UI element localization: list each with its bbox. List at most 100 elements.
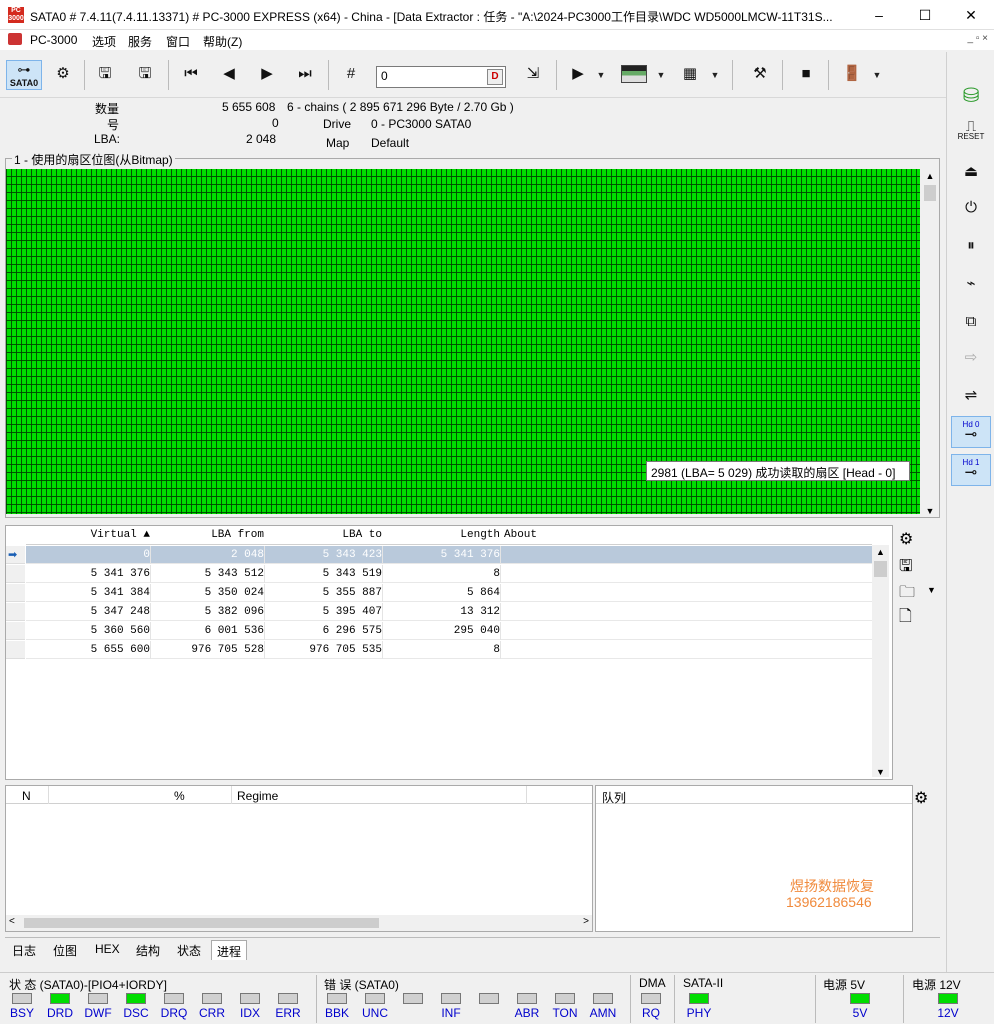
scroll-down-icon[interactable]: ▼ [872,767,889,777]
menu-pc3000[interactable]: PC-3000 [30,33,77,47]
view-dropdown[interactable]: ▼ [654,60,668,90]
tab-status[interactable]: 状态 [172,940,206,960]
caret-down-icon: ▼ [596,70,606,80]
led-label: INF [441,1006,461,1020]
menu-help[interactable]: 帮助(Z) [203,33,242,50]
bitmap-scrollbar[interactable]: ▲ ▼ [922,169,938,516]
table-row[interactable]: 5 341 376 5 343 512 5 343 519 8 [26,565,872,583]
led-dsc [126,993,146,1004]
scroll-left-icon[interactable]: < [9,916,15,927]
close-button[interactable]: ✕ [948,0,994,30]
mdi-window-controls[interactable]: _ ▫ × [967,33,988,44]
pause-button[interactable]: ⏸ [951,230,991,262]
pc3000-menu-icon [8,33,22,45]
row-header[interactable] [6,622,25,640]
col-percent[interactable]: % [174,789,185,803]
sata-port-button[interactable]: ⊶ SATA0 [6,60,42,90]
power-switch-button[interactable]: ⏏ [951,156,991,188]
power-on-button[interactable]: ⏻ [951,192,991,224]
sleep-button[interactable]: ⌁ [951,268,991,300]
stop-button[interactable]: ■ [792,60,820,90]
grid-dropdown[interactable]: ▼ [708,60,722,90]
maximize-button[interactable]: ☐ [902,0,948,30]
scroll-right-icon[interactable]: > [583,916,589,927]
table-tools: ⚙ 🖫 🗀 ▼ 🗋 [895,525,943,780]
queue-settings-button[interactable]: ⚙ [914,788,928,808]
save-table-button[interactable]: 🖫 [899,555,913,582]
table-row[interactable]: 5 360 560 6 001 536 6 296 575 295 040 [26,622,872,640]
drive-value: 0 - PC3000 SATA0 [371,117,472,131]
save-as-button[interactable]: 🖫 [132,60,158,90]
open-folder-dropdown[interactable]: ▼ [927,585,936,595]
run-button[interactable]: ▶ [566,60,590,90]
table-row[interactable]: 5 655 600 976 705 528 976 705 535 8 [26,641,872,659]
col-lba-from[interactable]: LBA from [211,529,264,541]
menu-services[interactable]: 服务 [128,33,152,50]
col-virtual[interactable]: Virtual ▲ [91,529,150,541]
tab-structure[interactable]: 结构 [131,940,165,960]
new-doc-button[interactable]: 🗋 [899,605,912,632]
scroll-up-icon[interactable]: ▲ [922,169,938,183]
head-1-button[interactable]: Hd 1 ⊸ [951,454,991,486]
row-header[interactable] [6,584,25,602]
table-row[interactable]: 5 341 384 5 350 024 5 355 887 5 864 [26,584,872,602]
reset-button[interactable]: ⎍ RESET [951,118,991,150]
connector-icon: ⇌ [964,387,978,404]
scroll-thumb[interactable] [24,918,379,928]
tab-log[interactable]: 日志 [7,940,41,960]
goto-go-button[interactable]: D [487,69,503,85]
col-n[interactable]: N [22,789,31,803]
tools-button[interactable]: ⚒ [746,60,774,90]
exit-button[interactable]: 🚪 [838,60,866,90]
copy-delete-button[interactable]: ⧉ [951,306,991,338]
lba-label: LBA: [94,132,121,146]
goto-sector-button[interactable]: # [338,60,364,90]
cell-to: 5 343 423 [322,549,382,561]
tab-hex[interactable]: HEX [90,940,125,960]
goto-sector-input[interactable]: 0 D [376,66,506,88]
connector-button[interactable]: ⇌ [951,380,991,412]
row-header[interactable] [6,641,25,659]
row-header[interactable] [6,603,25,621]
save-button[interactable]: 🖫 [92,60,118,90]
row-header[interactable] [6,565,25,583]
table-row[interactable]: 0 2 048 5 343 423 5 341 376 [26,546,872,564]
row-header[interactable]: ➡ [6,546,25,564]
table-row[interactable]: 5 347 248 5 382 096 5 395 407 13 312 [26,603,872,621]
col-length[interactable]: Length [460,529,500,541]
scroll-up-icon[interactable]: ▲ [872,545,889,559]
exit-door-icon: 🚪 [842,65,862,82]
col-about[interactable]: About [504,529,537,541]
go-next-button[interactable]: ▶ [254,60,280,90]
col-lba-to[interactable]: LBA to [342,529,382,541]
col-regime[interactable]: Regime [237,789,278,803]
tab-process[interactable]: 进程 [211,940,248,960]
settings-refresh-button[interactable]: ⚙ [50,60,76,90]
exit-dropdown[interactable]: ▼ [870,60,884,90]
go-last-button[interactable]: ⏭ [292,60,318,90]
tab-bitmap[interactable]: 位图 [48,940,82,960]
open-button[interactable]: ⇲ [518,60,548,90]
settings-doc-button[interactable]: ⚙ [899,529,913,549]
app-icon: PC 3000 [8,7,24,23]
process-hscrollbar[interactable]: < > [6,915,592,931]
database-refresh-button[interactable]: ⛁ [951,80,991,112]
scroll-thumb[interactable] [874,561,887,577]
go-prev-button[interactable]: ◀ [216,60,242,90]
scroll-thumb[interactable] [924,185,936,201]
grid-button[interactable]: ▦ [676,60,704,90]
menu-window[interactable]: 窗口 [166,33,190,50]
menu-options[interactable]: 选项 [92,33,116,50]
next-disabled-button[interactable]: ⇨ [951,342,991,374]
head-0-button[interactable]: Hd 0 ⊸ [951,416,991,448]
table-scrollbar[interactable]: ▲ ▼ [872,545,889,777]
minimize-button[interactable]: – [856,0,902,30]
view-button[interactable] [618,60,650,90]
open-folder-button[interactable]: 🗀 [899,581,915,608]
go-first-button[interactable]: ⏮ [178,60,204,90]
scroll-down-icon[interactable]: ▼ [922,506,938,516]
run-dropdown[interactable]: ▼ [594,60,608,90]
state-group-title: 状 态 (SATA0)-[PIO4+IORDY] [9,978,167,992]
dma-led-label: RQ [642,1006,660,1020]
power5-led [850,993,870,1004]
